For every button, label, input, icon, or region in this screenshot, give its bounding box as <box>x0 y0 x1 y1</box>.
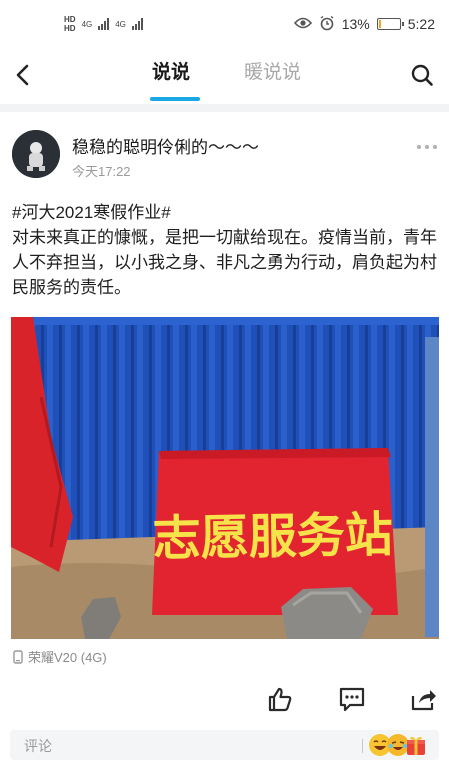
post-photo[interactable]: 志愿服务站 <box>11 317 439 639</box>
search-icon <box>411 64 433 86</box>
eye-comfort-icon <box>293 16 312 33</box>
phone-icon <box>13 649 23 664</box>
status-bar: HD HD 4G 4G 13% 5:22 <box>0 0 449 48</box>
share-icon <box>411 690 436 711</box>
battery-fill <box>378 20 381 28</box>
avatar[interactable] <box>12 130 60 178</box>
section-divider <box>0 104 449 112</box>
nav-bar: 说说 暖说说 <box>0 50 449 102</box>
comment-bar[interactable]: 评论 <box>10 730 439 760</box>
signal-icon-2 <box>131 18 143 30</box>
sign-text: 志愿服务站 <box>152 507 393 567</box>
hd-label-bottom: HD <box>64 24 76 33</box>
comment-icon <box>339 687 365 712</box>
post-text: #河大2021寒假作业# 对未来真正的慷慨，是把一切献给现在。疫情当前，青年人不… <box>12 203 437 297</box>
post-time: 今天17:22 <box>72 164 131 179</box>
search-button[interactable] <box>407 60 437 90</box>
more-options-button[interactable] <box>415 142 439 152</box>
comment-button[interactable] <box>336 684 368 714</box>
tab-shuoshuo[interactable]: 说说 <box>152 60 190 90</box>
network-label-1: 4G <box>81 19 93 29</box>
device-info: 荣耀V20 (4G) <box>12 647 107 666</box>
signal-icon <box>98 18 110 30</box>
comment-input[interactable]: 评论 <box>24 736 52 756</box>
back-button[interactable] <box>8 60 38 90</box>
signal-group: HD HD 4G 4G <box>64 15 143 33</box>
username[interactable]: 稳稳的聪明伶俐的～～～ <box>72 133 259 158</box>
back-arrow-icon <box>16 64 29 86</box>
gift-emoji-icon[interactable] <box>404 733 428 757</box>
thumbs-up-icon <box>268 687 292 712</box>
device-name: 荣耀V20 (4G) <box>28 650 107 665</box>
comment-separator <box>362 739 363 753</box>
clock: 5:22 <box>407 16 435 32</box>
status-right: 13% 5:22 <box>293 15 435 34</box>
network-label-2: 4G <box>115 19 126 29</box>
share-button[interactable] <box>408 684 440 714</box>
tab-nuan-shuoshuo[interactable]: 暖说说 <box>244 60 301 90</box>
hd-labels: HD HD <box>64 15 76 33</box>
like-button[interactable] <box>264 684 296 714</box>
active-tab-indicator <box>150 97 200 101</box>
battery-percent: 13% <box>341 16 370 32</box>
alarm-icon <box>319 15 335 34</box>
emoji-group[interactable] <box>368 733 428 757</box>
battery-icon <box>376 18 404 30</box>
hd-label-top: HD <box>64 15 76 24</box>
